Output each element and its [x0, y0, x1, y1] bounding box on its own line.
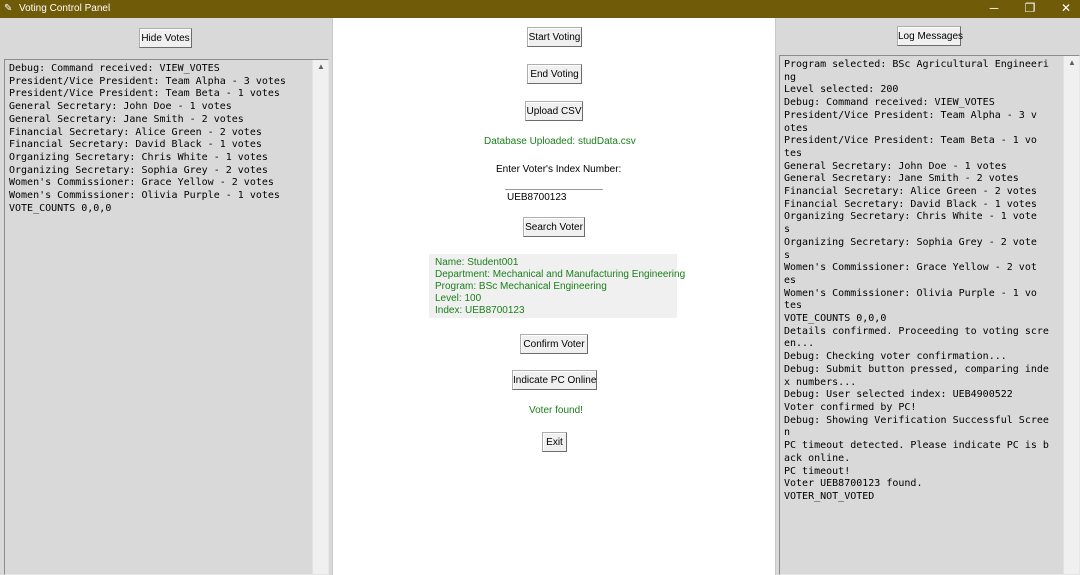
- log-messages-text: Program selected: BSc Agricultural Engin…: [784, 59, 1049, 504]
- log-panel: Log Messages Program selected: BSc Agric…: [776, 18, 1080, 575]
- log-line: Debug: Command received: VIEW_VOTES: [9, 63, 220, 74]
- log-line: General Secretary: Jane Smith - 2 votes: [9, 113, 244, 125]
- log-line: Women's Commissioner: Olivia Purple - 1 …: [784, 287, 1037, 299]
- log-line: Debug: Submit button pressed, comparing …: [784, 363, 1049, 375]
- log-line: Women's Commissioner: Olivia Purple - 1 …: [9, 190, 280, 202]
- voter-program: Program: BSc Mechanical Engineering: [435, 281, 607, 292]
- log-line: General Secretary: John Doe - 1 votes: [9, 101, 232, 113]
- log-line: Debug: User selected index: UEB4900522: [784, 389, 1013, 401]
- voter-level: Level: 100: [435, 293, 482, 304]
- start-voting-button[interactable]: Start Voting: [527, 27, 582, 47]
- log-line: President/Vice President: Team Beta - 1 …: [784, 135, 1037, 147]
- log-messages-button[interactable]: Log Messages: [897, 26, 963, 46]
- log-line: Details confirmed. Proceeding to voting …: [784, 325, 1049, 337]
- log-scrollbar[interactable]: ▲: [1063, 56, 1079, 574]
- log-line: en...: [784, 338, 815, 350]
- voter-department: Department: Mechanical and Manufacturing…: [435, 269, 686, 280]
- log-line: Financial Secretary: David Black - 1 vot…: [784, 198, 1037, 210]
- search-voter-button[interactable]: Search Voter: [523, 217, 585, 237]
- log-line: Debug: Checking voter confirmation...: [784, 351, 1007, 363]
- scroll-up-arrow-icon[interactable]: ▲: [1064, 56, 1079, 70]
- log-line: tes: [784, 147, 803, 159]
- log-line: ack online.: [784, 452, 851, 464]
- log-line: Financial Secretary: David Black - 1 vot…: [9, 139, 262, 151]
- log-line: otes: [784, 122, 809, 134]
- voter-info-box: Name: Student001 Department: Mechanical …: [429, 254, 686, 318]
- log-line: Debug: Showing Verification Successful S…: [784, 414, 1049, 426]
- log-line: Financial Secretary: Alice Green - 2 vot…: [9, 126, 262, 138]
- scroll-up-arrow-icon[interactable]: ▲: [313, 60, 328, 74]
- log-line: VOTER_NOT_VOTED: [784, 490, 875, 502]
- window-title: Voting Control Panel: [19, 3, 111, 14]
- feather-icon: ✎: [4, 3, 13, 14]
- votes-panel: Hide Votes Debug: Command received: VIEW…: [0, 18, 332, 575]
- log-line: Women's Commissioner: Grace Yellow - 2 v…: [784, 262, 1037, 274]
- log-line: s: [784, 224, 791, 236]
- log-line: n: [784, 427, 791, 439]
- votes-textbox[interactable]: Debug: Command received: VIEW_VOTES Presi…: [4, 59, 329, 575]
- close-button[interactable]: ✕: [1048, 0, 1080, 18]
- log-line: Level selected: 200: [784, 84, 899, 96]
- upload-csv-button[interactable]: Upload CSV: [525, 101, 583, 121]
- log-line: Organizing Secretary: Sophia Grey - 2 vo…: [784, 236, 1037, 248]
- votes-scrollbar[interactable]: ▲: [312, 60, 328, 574]
- confirm-voter-button[interactable]: Confirm Voter: [520, 334, 588, 354]
- voter-status: Voter found!: [529, 405, 583, 416]
- title-bar: ✎ Voting Control Panel ─ ❐ ✕: [0, 0, 1080, 18]
- log-line: x numbers...: [784, 376, 857, 388]
- log-line: Debug: Command received: VIEW_VOTES: [784, 97, 995, 109]
- log-line: Program selected: BSc Agricultural Engin…: [784, 59, 1049, 70]
- hide-votes-button[interactable]: Hide Votes: [139, 28, 192, 48]
- voter-index: Index: UEB8700123: [435, 305, 525, 316]
- log-line: Women's Commissioner: Grace Yellow - 2 v…: [9, 177, 274, 189]
- log-line: Organizing Secretary: Sophia Grey - 2 vo…: [9, 164, 268, 176]
- log-line: tes: [784, 300, 803, 312]
- index-number-input[interactable]: [505, 189, 603, 205]
- log-line: s: [784, 249, 791, 261]
- log-line: Financial Secretary: Alice Green - 2 vot…: [784, 186, 1037, 198]
- log-line: PC timeout!: [784, 465, 851, 477]
- control-panel: Start Voting End Voting Upload CSV Datab…: [332, 18, 776, 575]
- log-line: Voter confirmed by PC!: [784, 401, 917, 413]
- upload-status: Database Uploaded: studData.csv: [484, 136, 636, 147]
- log-line: Voter UEB8700123 found.: [784, 478, 923, 490]
- log-line: General Secretary: Jane Smith - 2 votes: [784, 173, 1019, 185]
- maximize-button[interactable]: ❐: [1012, 0, 1048, 18]
- log-line: General Secretary: John Doe - 1 votes: [784, 160, 1007, 172]
- log-messages-textbox[interactable]: Program selected: BSc Agricultural Engin…: [779, 55, 1080, 575]
- log-line: President/Vice President: Team Beta - 1 …: [9, 88, 280, 100]
- log-line: PC timeout detected. Please indicate PC …: [784, 440, 1049, 452]
- log-line: President/Vice President: Team Alpha - 3…: [784, 109, 1037, 121]
- log-line: Organizing Secretary: Chris White - 1 vo…: [9, 151, 268, 163]
- log-line: es: [784, 274, 797, 286]
- index-prompt: Enter Voter's Index Number:: [496, 164, 622, 175]
- indicate-pc-online-button[interactable]: Indicate PC Online: [512, 370, 597, 390]
- log-line: Organizing Secretary: Chris White - 1 vo…: [784, 211, 1037, 223]
- voter-name: Name: Student001: [435, 257, 519, 268]
- log-line: President/Vice President: Team Alpha - 3…: [9, 75, 286, 87]
- log-line: VOTE_COUNTS 0,0,0: [9, 202, 112, 214]
- exit-button[interactable]: Exit: [542, 432, 567, 452]
- log-line: VOTE_COUNTS 0,0,0: [784, 313, 887, 325]
- end-voting-button[interactable]: End Voting: [527, 64, 582, 84]
- minimize-button[interactable]: ─: [976, 0, 1012, 18]
- log-line: ng: [784, 71, 797, 83]
- votes-log-text: Debug: Command received: VIEW_VOTES Presi…: [9, 63, 286, 215]
